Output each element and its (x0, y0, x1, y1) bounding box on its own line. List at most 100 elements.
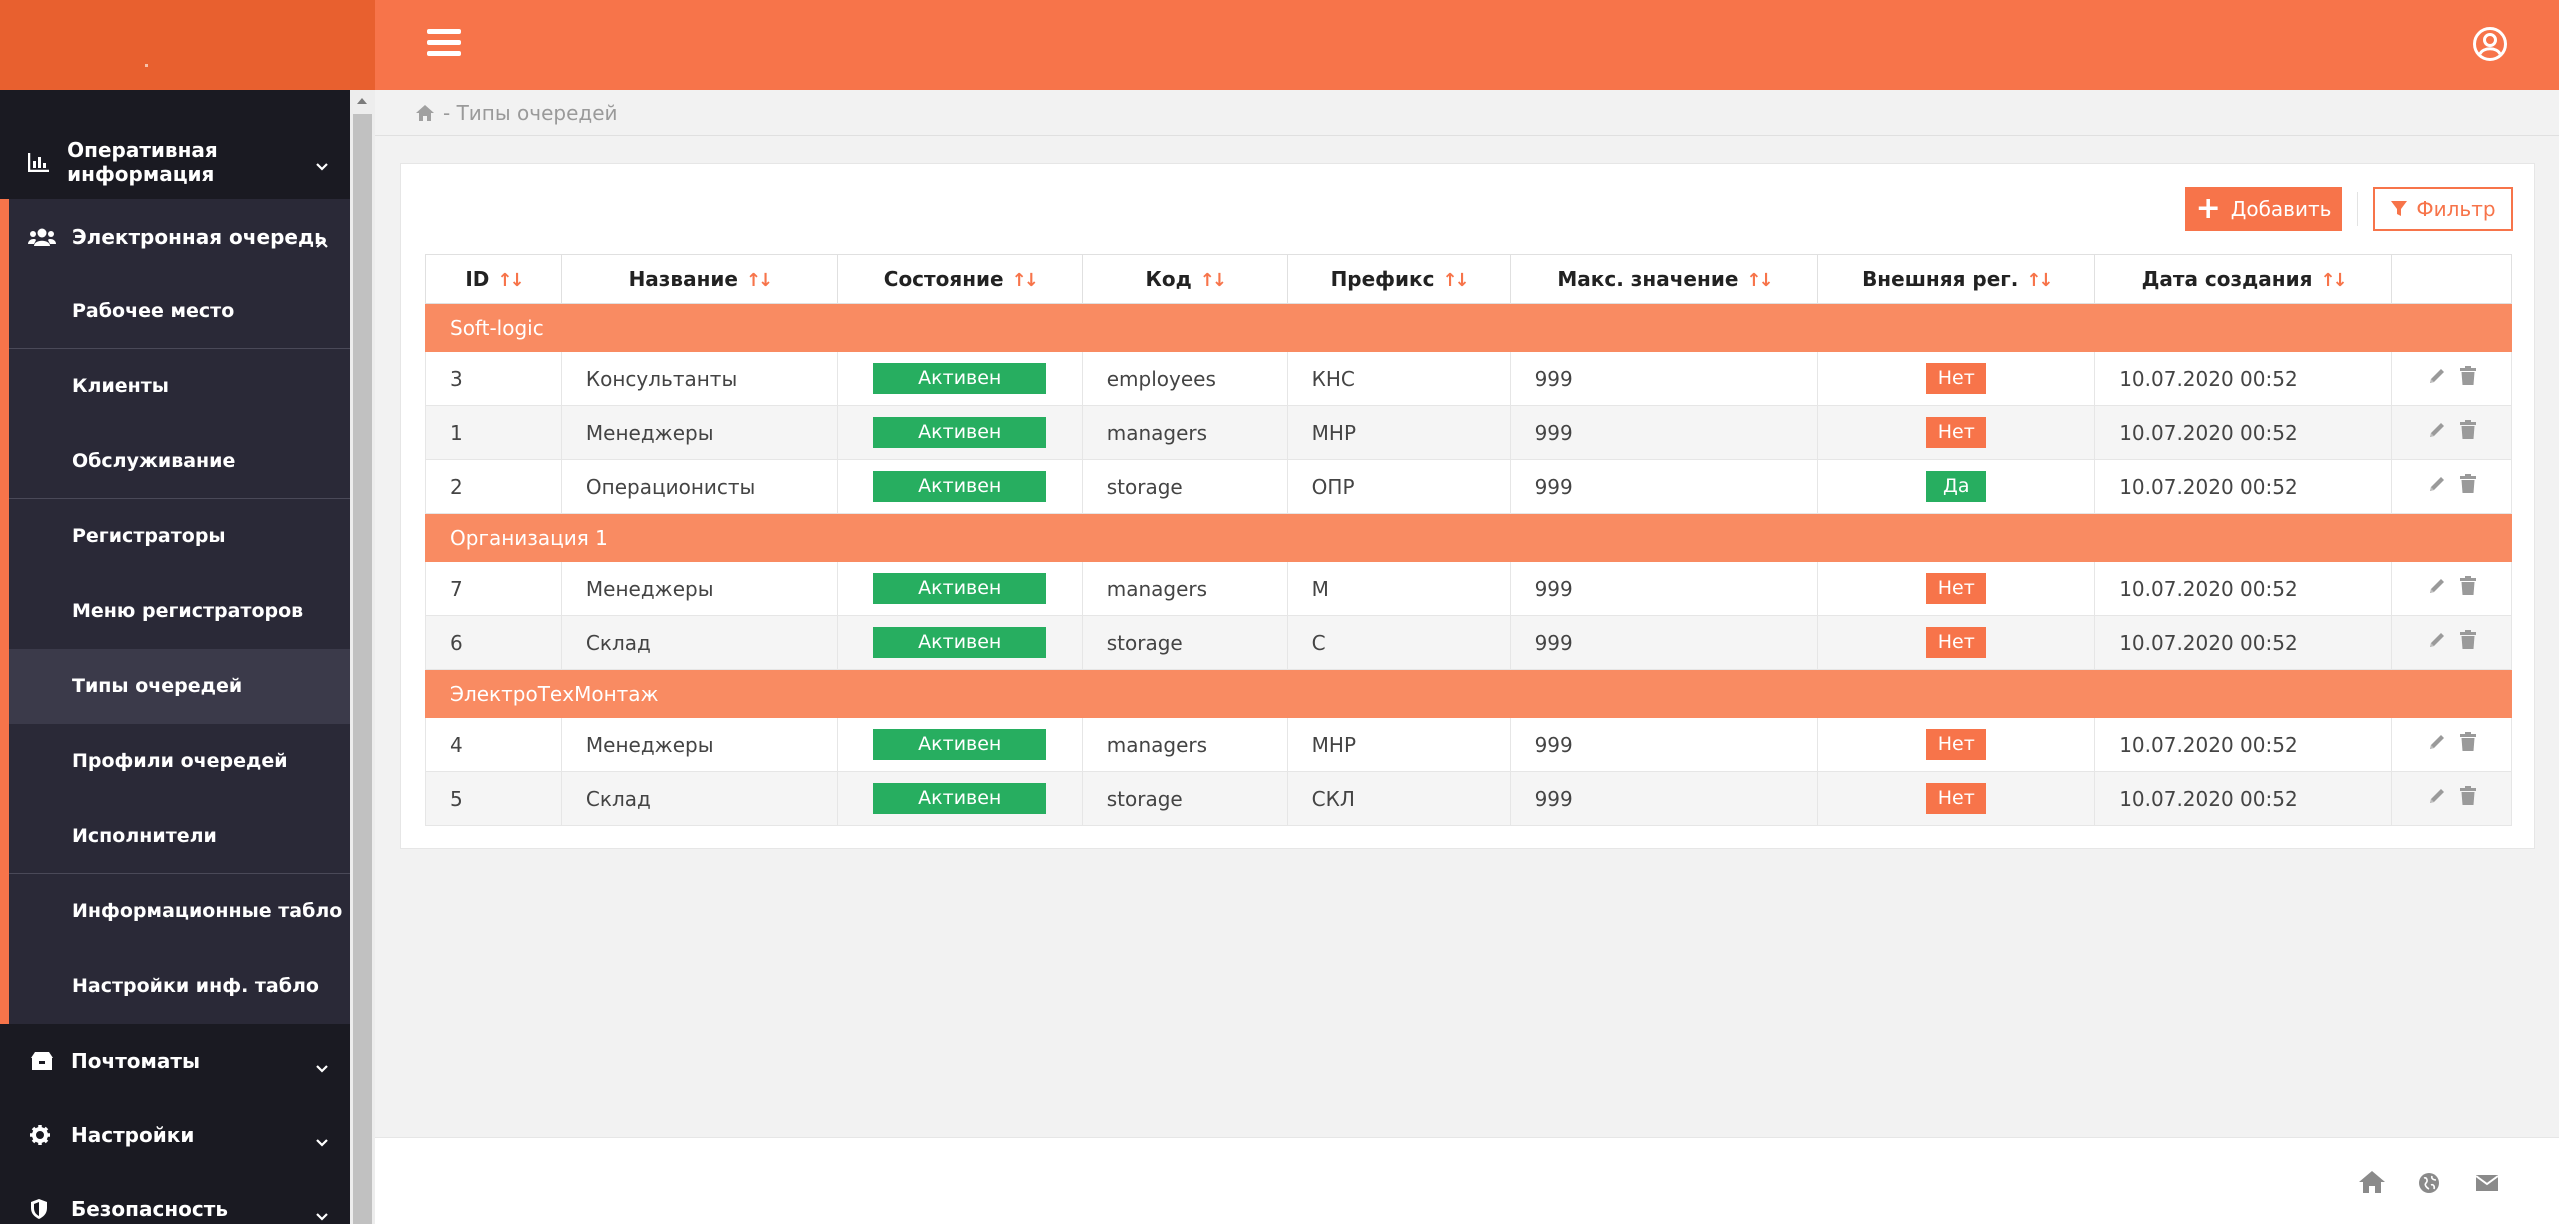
pencil-icon[interactable] (2427, 420, 2447, 440)
column-header-code[interactable]: Код ↑↓ (1081, 254, 1288, 304)
home-icon[interactable] (415, 104, 435, 122)
cell-code: storage (1081, 771, 1288, 826)
cell-max-value: 999 (1509, 351, 1819, 406)
sort-icon: ↑↓ (2026, 270, 2053, 291)
filter-button[interactable]: Фильтр (2373, 187, 2513, 231)
cell-state: Активен (836, 771, 1083, 826)
sidebar-item-electronic-queue[interactable]: Электронная очередь (9, 199, 350, 274)
cell-actions (2391, 561, 2512, 616)
pencil-icon[interactable] (2427, 630, 2447, 650)
sidebar-scrollbar[interactable] (350, 90, 375, 1224)
cell-code: managers (1081, 405, 1288, 460)
external-reg-badge: Нет (1926, 729, 1987, 760)
sidebar-item-info-boards[interactable]: Информационные табло (9, 874, 350, 949)
add-button[interactable]: + Добавить (2185, 187, 2342, 231)
pencil-icon[interactable] (2427, 474, 2447, 494)
cell-name: Менеджеры (560, 717, 838, 772)
trash-icon[interactable] (2459, 576, 2477, 596)
cell-state: Активен (836, 459, 1083, 514)
cell-external-reg: Нет (1817, 717, 2096, 772)
status-badge: Активен (873, 573, 1047, 604)
cell-external-reg: Нет (1817, 351, 2096, 406)
home-icon[interactable] (2358, 1170, 2386, 1194)
cell-actions (2391, 771, 2512, 826)
cell-max-value: 999 (1509, 459, 1819, 514)
sort-icon: ↑↓ (497, 270, 524, 291)
cell-prefix: СКЛ (1286, 771, 1511, 826)
cell-name: Консультанты (560, 351, 838, 406)
column-header-created-date[interactable]: Дата создания ↑↓ (2094, 254, 2393, 304)
trash-icon[interactable] (2459, 732, 2477, 752)
globe-icon[interactable] (2418, 1172, 2440, 1194)
column-header-name[interactable]: Название ↑↓ (560, 254, 838, 304)
cell-created-date: 10.07.2020 00:52 (2094, 561, 2393, 616)
sidebar-item-queue-types[interactable]: Типы очередей (9, 649, 350, 724)
pencil-icon[interactable] (2427, 576, 2447, 596)
status-badge: Активен (873, 729, 1047, 760)
sidebar-item-postomats[interactable]: Почтоматы (0, 1024, 350, 1098)
status-badge: Активен (873, 471, 1047, 502)
sidebar-item-registrar-menu[interactable]: Меню регистраторов (9, 574, 350, 649)
trash-icon[interactable] (2459, 474, 2477, 494)
table-row[interactable]: 5 Склад Активен storage СКЛ 999 Нет 10.07.2020 … (425, 771, 2512, 826)
sidebar-item-clients[interactable]: Клиенты (9, 349, 350, 424)
table-row[interactable]: 4 Менеджеры Активен managers МНР 999 Нет 10.07.… (425, 717, 2512, 772)
hamburger-icon[interactable] (427, 29, 461, 59)
cell-prefix: М (1286, 561, 1511, 616)
sidebar-item-service[interactable]: Обслуживание (9, 424, 350, 499)
trash-icon[interactable] (2459, 630, 2477, 650)
chevron-down-icon (316, 1054, 328, 1078)
table-row[interactable]: 2 Операционисты Активен storage ОПР 999 Да 10.0… (425, 459, 2512, 514)
sort-icon: ↑↓ (2320, 270, 2347, 291)
cell-name: Склад (560, 771, 838, 826)
table-row[interactable]: 1 Менеджеры Активен managers МНР 999 Нет 10.07.… (425, 405, 2512, 460)
users-icon (28, 227, 58, 247)
pencil-icon[interactable] (2427, 732, 2447, 752)
scrollbar-thumb[interactable] (353, 114, 372, 1224)
table-row[interactable]: 7 Менеджеры Активен managers М 999 Нет 10.07.20… (425, 561, 2512, 616)
trash-icon[interactable] (2459, 786, 2477, 806)
user-circle-icon[interactable] (2472, 26, 2508, 62)
column-header-prefix[interactable]: Префикс ↑↓ (1286, 254, 1511, 304)
cell-created-date: 10.07.2020 00:52 (2094, 405, 2393, 460)
table-row[interactable]: 6 Склад Активен storage С 999 Нет 10.07.2020 00… (425, 615, 2512, 670)
column-header-external-reg[interactable]: Внешняя рег. ↑↓ (1817, 254, 2096, 304)
queue-types-card: + Добавить Фильтр ID ↑↓ Название ↑↓ Состоя… (400, 163, 2535, 849)
chevron-down-icon (316, 1128, 328, 1152)
mail-icon[interactable] (2475, 1174, 2499, 1192)
cell-state: Активен (836, 615, 1083, 670)
column-header-state[interactable]: Состояние ↑↓ (836, 254, 1083, 304)
sidebar-item-workplace[interactable]: Рабочее место (9, 274, 350, 349)
cell-id: 1 (425, 405, 562, 460)
column-header-id[interactable]: ID ↑↓ (425, 254, 562, 304)
sidebar-item-operational-info[interactable]: Оперативная информация (0, 124, 350, 199)
pencil-icon[interactable] (2427, 366, 2447, 386)
sidebar-item-security[interactable]: Безопасность (0, 1172, 350, 1224)
group-name: Soft-logic (425, 303, 2512, 352)
cell-created-date: 10.07.2020 00:52 (2094, 615, 2393, 670)
trash-icon[interactable] (2459, 420, 2477, 440)
column-header-max-value[interactable]: Макс. значение ↑↓ (1509, 254, 1819, 304)
sidebar-item-registrars[interactable]: Регистраторы (9, 499, 350, 574)
sidebar-item-settings[interactable]: Настройки (0, 1098, 350, 1172)
trash-icon[interactable] (2459, 366, 2477, 386)
status-badge: Активен (873, 417, 1047, 448)
cell-id: 6 (425, 615, 562, 670)
queue-types-table: ID ↑↓ Название ↑↓ Состояние ↑↓ Код ↑↓ Префик… (425, 254, 2512, 826)
sidebar-item-executors[interactable]: Исполнители (9, 799, 350, 874)
sidebar-item-queue-profiles[interactable]: Профили очередей (9, 724, 350, 799)
toolbar-divider (2357, 192, 2358, 226)
cell-prefix: КНС (1286, 351, 1511, 406)
sidebar-item-info-board-settings[interactable]: Настройки инф. табло (9, 949, 350, 1024)
pencil-icon[interactable] (2427, 786, 2447, 806)
cell-actions (2391, 615, 2512, 670)
column-header-actions (2391, 254, 2512, 304)
cell-name: Менеджеры (560, 561, 838, 616)
cell-code: storage (1081, 459, 1288, 514)
cell-external-reg: Да (1817, 459, 2096, 514)
table-row[interactable]: 3 Консультанты Активен employees КНС 999 Нет 10… (425, 351, 2512, 406)
box-icon (30, 1051, 56, 1071)
cell-state: Активен (836, 561, 1083, 616)
cell-actions (2391, 405, 2512, 460)
cell-external-reg: Нет (1817, 771, 2096, 826)
